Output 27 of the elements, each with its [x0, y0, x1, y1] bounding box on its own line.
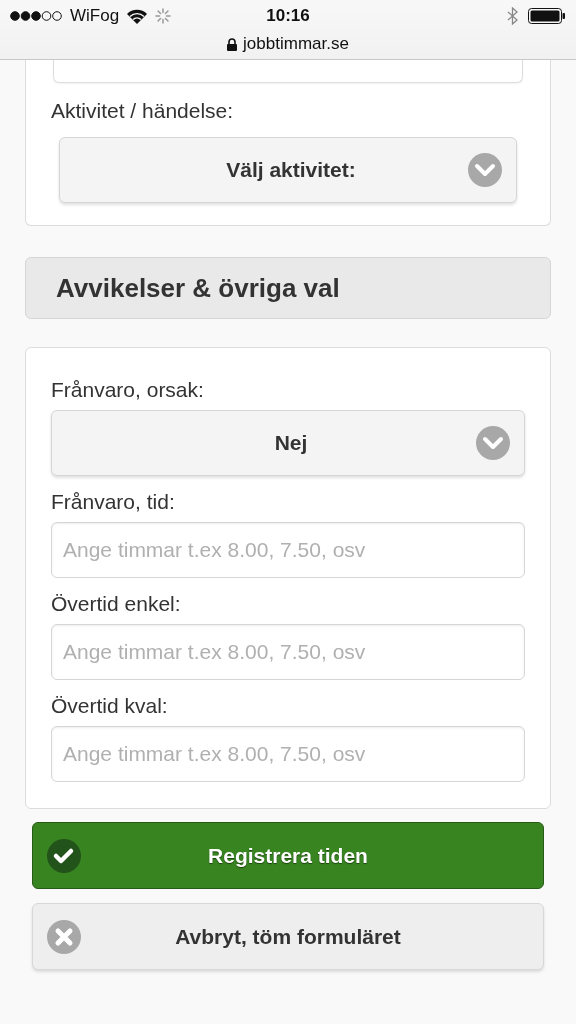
- hours-input-field[interactable]: Ange timmar t.ex 8.00, 7.50, osv: [51, 624, 525, 680]
- field-label: Aktivitet / händelse:: [51, 99, 235, 123]
- hours-input-field[interactable]: Ange timmar t.ex 8.00, 7.50, osv: [51, 522, 525, 578]
- close-icon: [47, 919, 81, 954]
- cancel-button[interactable]: Avbryt, töm formuläret: [32, 903, 544, 970]
- chevron-down-icon: [476, 426, 510, 460]
- address-bar-url[interactable]: jobbtimmar.se: [243, 34, 349, 54]
- dropdown-select[interactable]: Nej: [51, 410, 525, 476]
- clock-time: 10:16: [266, 6, 310, 25]
- dropdown-select[interactable]: Välj aktivitet:: [59, 137, 517, 203]
- field-label: Frånvaro, orsak:: [51, 378, 205, 402]
- field-label: Övertid enkel:: [51, 592, 182, 616]
- checkmark-icon: [47, 838, 81, 873]
- field-label: Frånvaro, tid:: [51, 490, 176, 514]
- lock-icon: [227, 37, 238, 51]
- wifi-icon: [127, 8, 148, 24]
- field-label: Övertid kval:: [51, 694, 169, 718]
- register-button[interactable]: Registrera tiden: [32, 822, 544, 889]
- carrier-name: WiFog: [70, 6, 120, 26]
- chevron-down-icon: [468, 153, 502, 187]
- loading-spinner-icon: [155, 8, 172, 24]
- bluetooth-icon: [507, 7, 518, 25]
- signal-icon: [10, 11, 62, 21]
- hours-input-field[interactable]: Ange timmar t.ex 8.00, 7.50, osv: [51, 726, 525, 782]
- battery-icon: [528, 8, 566, 24]
- section-header[interactable]: Avvikelser & övriga val: [25, 257, 551, 319]
- text-field[interactable]: [53, 60, 523, 83]
